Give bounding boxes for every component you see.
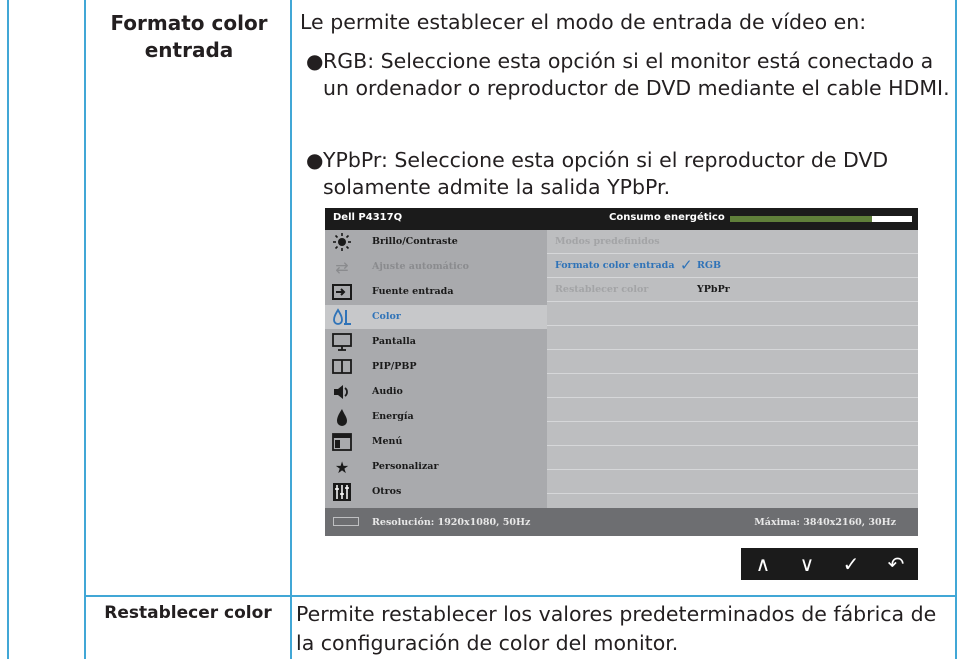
menu-item-input-source[interactable]: Fuente entrada (325, 280, 547, 304)
speaker-icon (331, 382, 353, 402)
menu-label: Fuente entrada (372, 286, 454, 297)
up-button[interactable]: ∧ (741, 548, 785, 580)
menu-label: Pantalla (372, 336, 416, 347)
osd-brand: Dell P4317Q (333, 212, 403, 223)
menu-icon (331, 432, 353, 452)
submenu-row-empty (547, 326, 918, 350)
row-separator (84, 595, 957, 597)
chevron-down-icon: ∨ (799, 552, 815, 576)
menu-item-menu[interactable]: Menú (325, 430, 547, 454)
sun-icon (331, 232, 353, 252)
menu-label: Brillo/Contraste (372, 236, 458, 247)
menu-item-pip-pbp[interactable]: PIP/PBP (325, 355, 547, 379)
others-icon (331, 482, 353, 502)
osd-header: Dell P4317Q Consumo energético (325, 208, 918, 230)
pip-icon (331, 357, 353, 377)
submenu-row-empty (547, 422, 918, 446)
bullet-ypbpr-text: YPbPr: Seleccione esta opción si el repr… (323, 148, 889, 199)
table-divider-1 (84, 0, 86, 659)
back-icon: ↶ (887, 552, 905, 576)
osd-footer: Resolución: 1920x1080, 50Hz Máxima: 3840… (325, 508, 918, 536)
energy-meter (730, 216, 912, 222)
ok-button[interactable]: ✓ (829, 548, 873, 580)
osd-nav-buttons: ∧ ∨ ✓ ↶ (741, 548, 918, 580)
term-formato-color-entrada: Formato color entrada (110, 11, 268, 62)
energy-icon (331, 407, 353, 427)
submenu-row-empty (547, 446, 918, 470)
term-restablecer-color: Restablecer color (104, 603, 272, 623)
reset-color-label: Restablecer color (555, 284, 649, 295)
energy-use-label: Consumo energético (609, 212, 725, 223)
submenu-row-empty (547, 398, 918, 422)
menu-label: Color (372, 311, 401, 322)
color-icon (331, 307, 353, 327)
submenu-row-reset-color[interactable]: Restablecer color YPbPr (547, 278, 918, 302)
bullet-rgb-text: RGB: Seleccione esta opción si el monito… (323, 49, 950, 100)
bullet-dot: ● (306, 148, 324, 172)
menu-label: Personalizar (372, 461, 439, 472)
chevron-up-icon: ∧ (755, 552, 771, 576)
menu-label: Menú (372, 436, 403, 447)
table-border-left (7, 0, 9, 659)
osd-main-menu: Brillo/Contraste ⇄ Ajuste automático Fue… (325, 230, 547, 508)
submenu-row-input-color-format[interactable]: Formato color entrada ✓ RGB (547, 254, 918, 278)
max-resolution: Máxima: 3840x2160, 30Hz (754, 517, 896, 528)
submenu-row-preset-modes[interactable]: Modos predefinidos (547, 230, 918, 254)
down-button[interactable]: ∨ (785, 548, 829, 580)
menu-item-personalize[interactable]: ★ Personalizar (325, 455, 547, 479)
submenu-row-empty (547, 350, 918, 374)
preset-modes-label: Modos predefinidos (555, 236, 660, 247)
menu-item-auto-adjust[interactable]: ⇄ Ajuste automático (325, 255, 547, 279)
row-2-description: Permite restablecer los valores predeter… (296, 602, 937, 655)
check-icon: ✓ (680, 256, 693, 274)
check-icon: ✓ (842, 552, 860, 576)
option-ypbpr[interactable]: YPbPr (697, 284, 730, 295)
menu-item-color[interactable]: Color (325, 305, 547, 329)
display-icon (331, 332, 353, 352)
submenu-row-empty (547, 470, 918, 494)
menu-item-others[interactable]: Otros (325, 480, 547, 504)
menu-label: Otros (372, 486, 402, 497)
submenu-row-empty (547, 374, 918, 398)
input-color-format-label: Formato color entrada (555, 260, 675, 271)
option-rgb[interactable]: RGB (697, 260, 721, 271)
osd-color-submenu: Modos predefinidos Formato color entrada… (547, 230, 918, 508)
table-divider-2 (290, 0, 292, 659)
menu-label: Energía (372, 411, 414, 422)
resolution-icon (333, 517, 359, 526)
star-icon: ★ (334, 457, 350, 477)
menu-item-brightness[interactable]: Brillo/Contraste (325, 230, 547, 254)
input-source-icon (331, 282, 353, 302)
menu-label: PIP/PBP (372, 361, 417, 372)
row-1-intro: Le permite establecer el modo de entrada… (300, 10, 867, 34)
menu-label: Ajuste automático (372, 261, 469, 272)
auto-adjust-icon: ⇄ (335, 257, 349, 277)
menu-label: Audio (372, 386, 403, 397)
submenu-row-empty (547, 302, 918, 326)
current-resolution: Resolución: 1920x1080, 50Hz (372, 517, 531, 528)
menu-item-audio[interactable]: Audio (325, 380, 547, 404)
osd-menu-screenshot: Dell P4317Q Consumo energético Brillo/Co… (325, 208, 918, 536)
bullet-dot: ● (306, 49, 324, 73)
back-button[interactable]: ↶ (874, 548, 918, 580)
settings-table: Formato color entrada Le permite estable… (0, 0, 965, 659)
menu-item-display[interactable]: Pantalla (325, 330, 547, 354)
menu-item-energy[interactable]: Energía (325, 405, 547, 429)
energy-meter-fill (730, 216, 872, 222)
